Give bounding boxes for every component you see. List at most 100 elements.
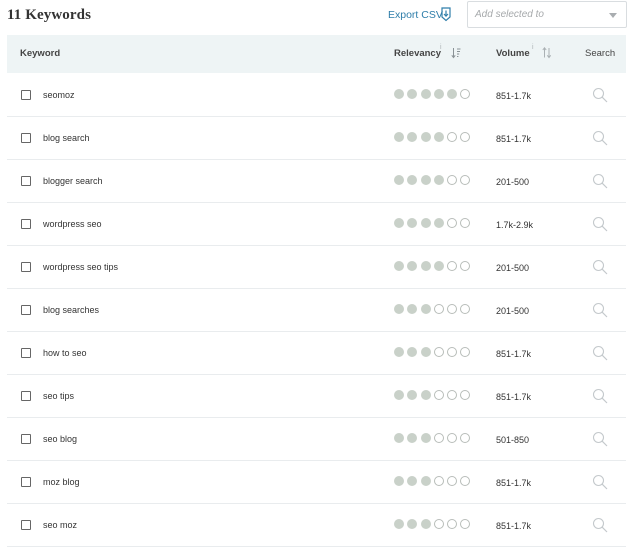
keyword-text: moz blog xyxy=(43,477,80,487)
keyword-text: wordpress seo xyxy=(43,219,102,229)
relevancy-meter xyxy=(394,476,474,488)
column-header-volume[interactable]: Volume xyxy=(496,48,530,59)
search-icon[interactable] xyxy=(592,302,608,318)
row-checkbox[interactable] xyxy=(21,520,31,530)
relevancy-meter xyxy=(394,347,474,359)
volume-text: 201-500 xyxy=(496,177,530,187)
relevancy-dot-filled xyxy=(407,347,418,357)
search-icon[interactable] xyxy=(592,431,608,447)
keyword-text: seo moz xyxy=(43,520,78,530)
table-row[interactable]: moz blog 851-1.7k xyxy=(7,461,626,504)
add-selected-dropdown[interactable]: Add selected to xyxy=(467,1,627,28)
row-checkbox[interactable] xyxy=(21,219,31,229)
table-row[interactable]: blogger search 201-500 xyxy=(7,160,626,203)
relevancy-dot-filled xyxy=(407,433,418,443)
relevancy-meter xyxy=(394,175,474,187)
relevancy-dot-filled xyxy=(394,390,404,400)
relevancy-dot-empty xyxy=(433,433,444,443)
relevancy-dot-filled xyxy=(394,476,404,486)
relevancy-dot-empty xyxy=(460,261,471,271)
column-header-search: Search xyxy=(585,48,616,59)
relevancy-dot-empty xyxy=(433,347,444,357)
keyword-text: blog search xyxy=(43,133,90,143)
relevancy-meter xyxy=(394,433,474,445)
search-icon[interactable] xyxy=(592,388,608,404)
table-row[interactable]: wordpress seo 1.7k-2.9k xyxy=(7,203,626,246)
search-icon[interactable] xyxy=(592,216,608,232)
relevancy-dot-empty xyxy=(433,304,444,314)
volume-text: 501-850 xyxy=(496,435,530,445)
relevancy-dot-empty xyxy=(460,476,471,486)
relevancy-dot-filled xyxy=(433,175,444,185)
relevancy-dot-filled xyxy=(394,433,404,443)
relevancy-dot-empty xyxy=(433,390,444,400)
search-icon[interactable] xyxy=(592,87,608,103)
keyword-text: blog searches xyxy=(43,305,100,315)
search-icon[interactable] xyxy=(592,130,608,146)
table-row[interactable]: wordpress seo tips 201-500 xyxy=(7,246,626,289)
search-icon[interactable] xyxy=(592,345,608,361)
relevancy-dot-empty xyxy=(460,433,471,443)
search-icon[interactable] xyxy=(592,474,608,490)
info-icon[interactable]: i xyxy=(440,44,442,51)
relevancy-dot-filled xyxy=(394,175,404,185)
row-checkbox[interactable] xyxy=(21,391,31,401)
row-checkbox[interactable] xyxy=(21,90,31,100)
row-checkbox[interactable] xyxy=(21,434,31,444)
volume-text: 851-1.7k xyxy=(496,91,532,101)
row-checkbox[interactable] xyxy=(21,262,31,272)
table-row[interactable]: seo tips 851-1.7k xyxy=(7,375,626,418)
relevancy-dot-empty xyxy=(460,519,471,529)
row-checkbox[interactable] xyxy=(21,176,31,186)
export-csv-link[interactable]: Export CSV xyxy=(388,9,443,21)
volume-text: 851-1.7k xyxy=(496,392,532,402)
column-header-relevancy[interactable]: Relevancy xyxy=(394,48,441,59)
relevancy-dot-empty xyxy=(460,347,471,357)
relevancy-dot-empty xyxy=(447,304,458,314)
sort-icon[interactable] xyxy=(451,47,461,59)
relevancy-dot-filled xyxy=(420,132,431,142)
keyword-text: blogger search xyxy=(43,176,103,186)
table-row[interactable]: seo blog 501-850 xyxy=(7,418,626,461)
relevancy-dot-empty xyxy=(447,347,458,357)
search-icon[interactable] xyxy=(592,517,608,533)
relevancy-dot-empty xyxy=(460,175,471,185)
volume-text: 851-1.7k xyxy=(496,478,532,488)
relevancy-dot-filled xyxy=(420,261,431,271)
relevancy-meter xyxy=(394,132,474,144)
relevancy-dot-empty xyxy=(460,218,471,228)
table-row[interactable]: seo moz 851-1.7k xyxy=(7,504,626,547)
table-row[interactable]: seomoz 851-1.7k xyxy=(7,74,626,117)
relevancy-dot-empty xyxy=(447,218,458,228)
relevancy-dot-filled xyxy=(394,218,404,228)
relevancy-meter xyxy=(394,390,474,402)
relevancy-dot-filled xyxy=(407,175,418,185)
search-icon[interactable] xyxy=(592,173,608,189)
row-checkbox[interactable] xyxy=(21,477,31,487)
relevancy-dot-filled xyxy=(420,390,431,400)
search-icon[interactable] xyxy=(592,259,608,275)
volume-text: 201-500 xyxy=(496,306,530,316)
table-row[interactable]: blog searches 201-500 xyxy=(7,289,626,332)
keyword-text: wordpress seo tips xyxy=(43,262,119,272)
info-icon[interactable]: i xyxy=(532,44,534,51)
relevancy-meter xyxy=(394,89,474,101)
relevancy-dot-filled xyxy=(420,347,431,357)
table-row[interactable]: how to seo 851-1.7k xyxy=(7,332,626,375)
table-header: Keyword Relevancy i Volume i Search xyxy=(7,35,626,73)
row-checkbox[interactable] xyxy=(21,305,31,315)
relevancy-dot-empty xyxy=(433,519,444,529)
sort-icon[interactable] xyxy=(542,47,552,59)
download-icon[interactable] xyxy=(439,6,453,22)
table-row[interactable]: blog search 851-1.7k xyxy=(7,117,626,160)
relevancy-dot-empty xyxy=(447,519,458,529)
relevancy-dot-filled xyxy=(420,433,431,443)
row-checkbox[interactable] xyxy=(21,133,31,143)
row-checkbox[interactable] xyxy=(21,348,31,358)
relevancy-dot-empty xyxy=(460,89,471,99)
add-selected-placeholder: Add selected to xyxy=(475,9,544,20)
relevancy-dot-filled xyxy=(420,175,431,185)
relevancy-meter xyxy=(394,519,474,531)
keyword-text: seo tips xyxy=(43,391,75,401)
volume-text: 851-1.7k xyxy=(496,134,532,144)
